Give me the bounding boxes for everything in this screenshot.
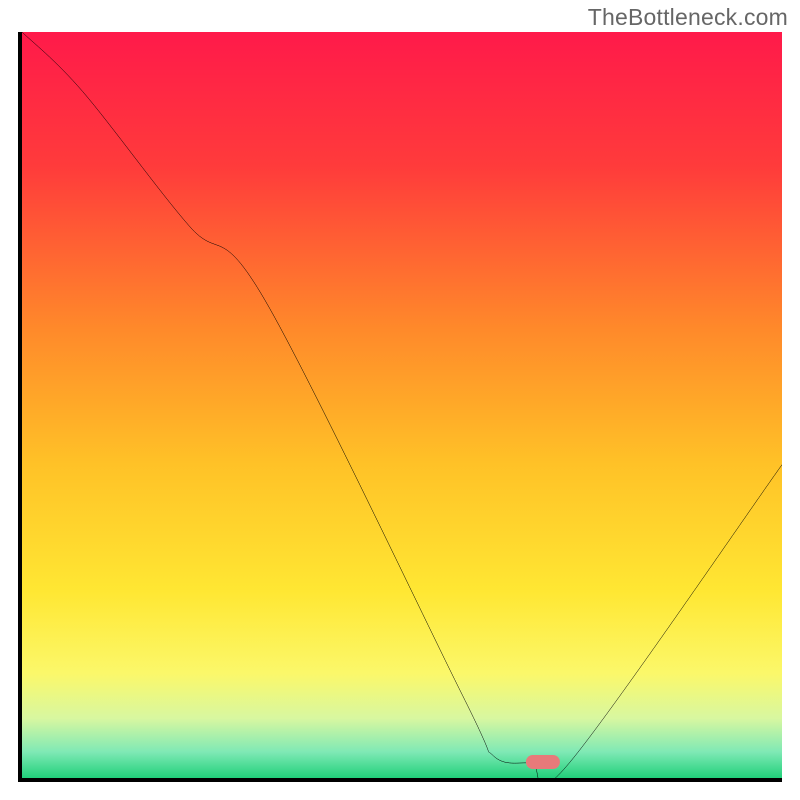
bottleneck-curve <box>22 32 782 778</box>
watermark-text: TheBottleneck.com <box>588 4 788 31</box>
plot-area <box>18 32 782 782</box>
sweet-spot-marker <box>526 755 560 769</box>
chart-container: TheBottleneck.com <box>0 0 800 800</box>
